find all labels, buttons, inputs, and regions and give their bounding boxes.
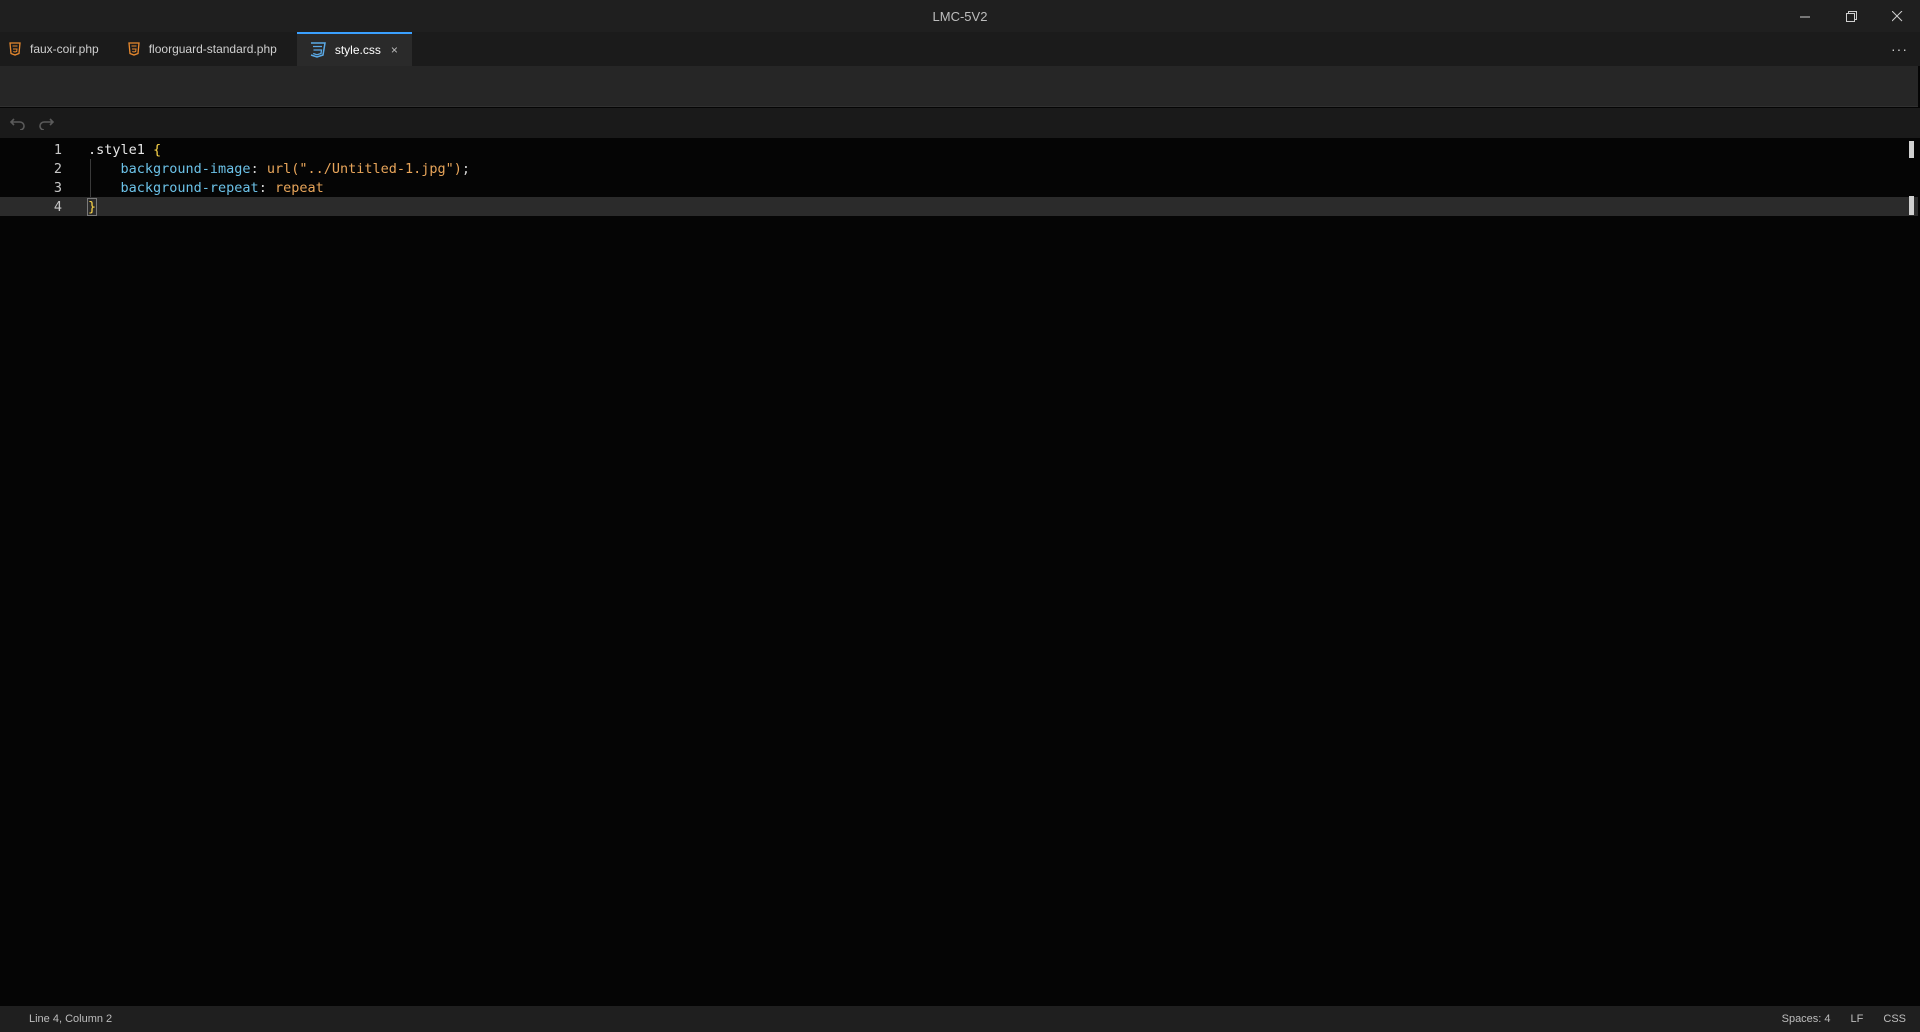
tab-bar: faux-coir.php floorguard-standard.php st… [0, 32, 1920, 66]
code-token: } [86, 197, 98, 216]
redo-button[interactable] [36, 113, 56, 133]
code-line[interactable]: 3 background-repeat: repeat [0, 178, 1918, 197]
minimize-icon [1799, 16, 1810, 17]
code-line[interactable]: 1 .style1 { [0, 140, 1918, 159]
code-token: background-image [120, 160, 251, 177]
undo-button[interactable] [8, 113, 28, 133]
title-bar: LMC-5V2 [0, 0, 1920, 32]
scrollbar-cursor-marker [1909, 196, 1914, 215]
tab-faux-coir[interactable]: faux-coir.php [0, 32, 113, 66]
undo-redo-bar [0, 108, 1920, 138]
language-mode[interactable]: CSS [1883, 1013, 1906, 1025]
tab-floorguard-standard[interactable]: floorguard-standard.php [119, 32, 291, 66]
tab-label: faux-coir.php [30, 42, 99, 56]
code-editor[interactable]: 1 .style1 {2 background-image: url("../Un… [0, 140, 1918, 1006]
code-token: .style1 [88, 141, 154, 158]
line-code: .style1 { [88, 142, 161, 158]
code-line[interactable]: 2 background-image: url("../Untitled-1.j… [0, 159, 1918, 178]
scrollbar-thumb[interactable] [1909, 141, 1914, 158]
code-token: : [258, 179, 275, 196]
tab-label: style.css [334, 43, 381, 57]
minimize-button[interactable] [1782, 0, 1828, 32]
code-token: background-repeat [120, 179, 259, 196]
line-number: 4 [53, 198, 62, 215]
line-code: background-image: url("../Untitled-1.jpg… [88, 160, 471, 177]
restore-icon [1845, 10, 1857, 22]
close-button[interactable] [1874, 0, 1920, 32]
line-number: 3 [53, 179, 62, 196]
window-controls [1782, 0, 1920, 32]
redo-icon [39, 118, 54, 130]
code-token: url("../Untitled-1.jpg") [266, 160, 462, 177]
tab-label: floorguard-standard.php [148, 42, 277, 56]
close-tab-icon[interactable]: × [391, 43, 398, 57]
code-token: { [153, 141, 162, 158]
window-title: LMC-5V2 [932, 8, 988, 24]
cursor-position[interactable]: Line 4, Column 2 [0, 1013, 112, 1025]
toolbar-area [0, 66, 1918, 107]
tab-style-css[interactable]: style.css × [296, 32, 412, 66]
close-icon [1891, 10, 1902, 21]
line-ending[interactable]: LF [1851, 1013, 1864, 1025]
status-right: Spaces: 4 LF CSS [1782, 1013, 1906, 1025]
tab-overflow-button[interactable]: ··· [1891, 32, 1908, 66]
code-token: repeat [274, 179, 324, 196]
undo-icon [10, 118, 25, 130]
code-line[interactable]: 4} [0, 197, 1918, 216]
line-code: } [86, 197, 98, 216]
line-number: 1 [53, 141, 62, 158]
code-token: ; [461, 160, 471, 177]
status-bar: Line 4, Column 2 Spaces: 4 LF CSS [0, 1006, 1920, 1032]
css3-icon [307, 42, 327, 58]
restore-button[interactable] [1828, 0, 1874, 32]
html5-icon [8, 42, 22, 56]
html5-icon [127, 42, 141, 56]
code-lines: 1 .style1 {2 background-image: url("../Un… [0, 140, 1918, 216]
indentation-setting[interactable]: Spaces: 4 [1782, 1013, 1831, 1025]
line-number: 2 [53, 160, 62, 177]
line-code: background-repeat: repeat [88, 180, 324, 196]
code-token: : [250, 160, 267, 177]
